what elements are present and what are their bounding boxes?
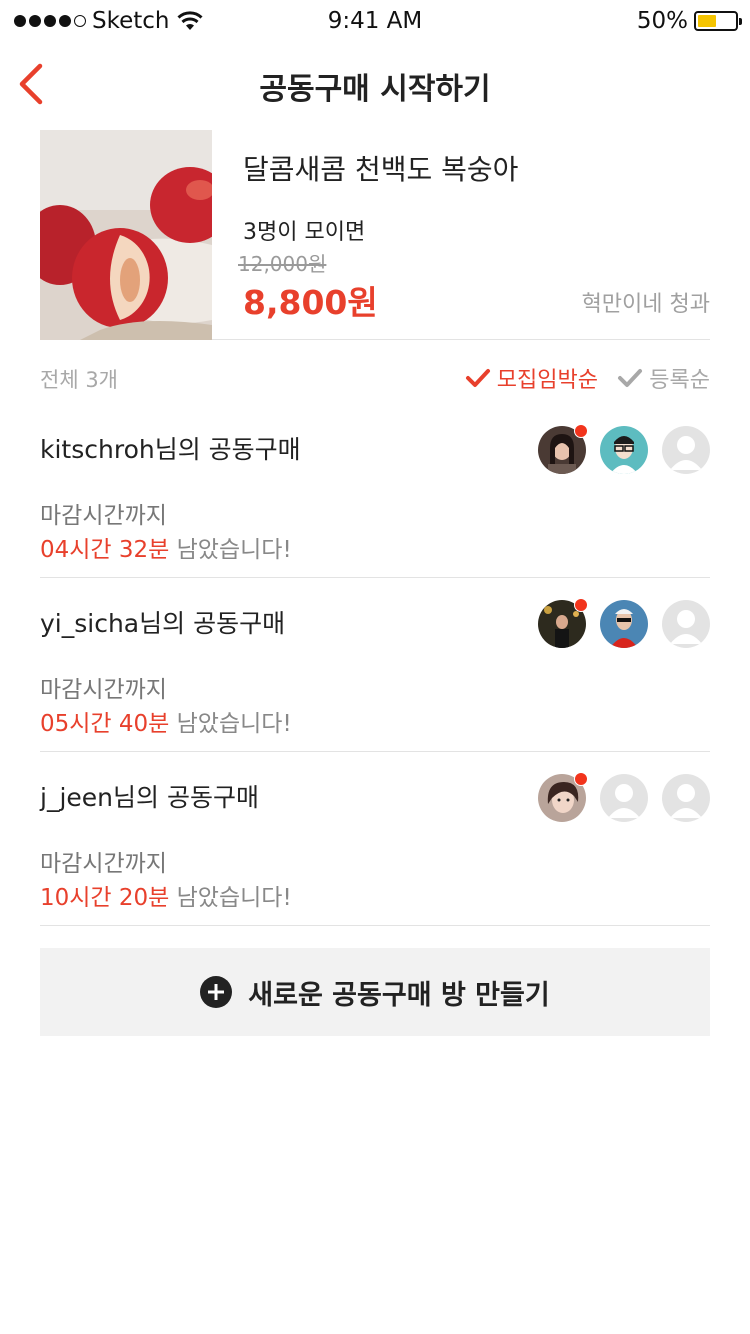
remaining-time-suffix: 남았습니다! xyxy=(169,711,292,737)
avatar xyxy=(600,600,648,648)
remaining-time-suffix: 남았습니다! xyxy=(169,885,292,911)
create-group-room-button[interactable]: 새로운 공동구매 방 만들기 xyxy=(40,948,710,1036)
member-avatars xyxy=(538,598,710,648)
status-right: 50% xyxy=(636,8,742,34)
sale-price: 8,800원 xyxy=(243,283,378,322)
group-title: yi_sicha님의 공동구매 xyxy=(40,609,286,638)
check-icon xyxy=(618,369,643,387)
avatar-empty xyxy=(662,426,710,474)
group-buy-item[interactable]: kitschroh님의 공동구매 마감시간까지 04시간 32분 남았습니다! xyxy=(40,404,710,578)
remaining-time-value: 05시간 40분 xyxy=(40,711,170,737)
avatar xyxy=(538,772,588,822)
remaining-time-value: 10시간 20분 xyxy=(40,885,170,911)
page-title: 공동구매 시작하기 xyxy=(259,72,491,107)
avatar xyxy=(538,424,588,474)
avatar-empty xyxy=(662,600,710,648)
owner-badge xyxy=(574,772,588,786)
avatar xyxy=(600,426,648,474)
deadline-label: 마감시간까지 xyxy=(40,677,167,703)
sort-inactive-label: 등록순 xyxy=(649,368,710,393)
group-buy-item[interactable]: yi_sicha님의 공동구매 마감시간까지 05시간 40분 남았습니다! xyxy=(40,578,710,752)
remaining-time-suffix: 남았습니다! xyxy=(169,537,292,563)
sort-bar: 전체 3개 모집임박순 등록순 xyxy=(40,358,710,398)
battery-percent: 50% xyxy=(636,8,688,34)
seller-name: 혁만이네 청과 xyxy=(581,292,710,317)
plus-circle-icon xyxy=(200,976,233,1008)
group-title: j_jeen님의 공동구매 xyxy=(40,783,259,812)
create-group-room-label: 새로운 공동구매 방 만들기 xyxy=(248,979,550,1011)
status-bar: Sketch 9:41 AM 50% xyxy=(0,0,750,44)
deadline-label: 마감시간까지 xyxy=(40,503,167,529)
product-image xyxy=(40,130,212,340)
original-price: 12,000원 xyxy=(238,252,327,276)
avatar-empty xyxy=(600,774,648,822)
product-summary[interactable]: 달콤새콤 천백도 복숭아 3명이 모이면 12,000원 8,800원 혁만이네… xyxy=(40,130,710,340)
owner-badge xyxy=(574,598,588,612)
member-avatars xyxy=(538,772,710,822)
group-buy-item[interactable]: j_jeen님의 공동구매 마감시간까지 10시간 20분 남았습니다! xyxy=(40,752,710,926)
group-condition: 3명이 모이면 xyxy=(243,220,366,245)
sort-by-deadline[interactable]: 모집임박순 xyxy=(465,362,598,394)
avatar xyxy=(538,598,588,648)
battery-level xyxy=(698,15,716,27)
group-title: kitschroh님의 공동구매 xyxy=(40,435,301,464)
member-avatars xyxy=(538,424,710,474)
remaining-time-value: 04시간 32분 xyxy=(40,537,170,563)
deadline-label: 마감시간까지 xyxy=(40,851,167,877)
avatar-empty xyxy=(662,774,710,822)
owner-badge xyxy=(574,424,588,438)
battery-icon xyxy=(694,11,742,31)
total-count: 전체 3개 xyxy=(40,368,118,392)
navigation-bar: 공동구매 시작하기 xyxy=(0,44,750,122)
check-icon xyxy=(465,369,490,387)
sort-active-label: 모집임박순 xyxy=(496,368,598,393)
remaining-time: 04시간 32분 남았습니다! xyxy=(40,530,292,564)
sort-by-registration[interactable]: 등록순 xyxy=(617,362,710,394)
remaining-time: 05시간 40분 남았습니다! xyxy=(40,704,292,738)
product-name: 달콤새콤 천백도 복숭아 xyxy=(243,153,519,186)
remaining-time: 10시간 20분 남았습니다! xyxy=(40,878,292,912)
